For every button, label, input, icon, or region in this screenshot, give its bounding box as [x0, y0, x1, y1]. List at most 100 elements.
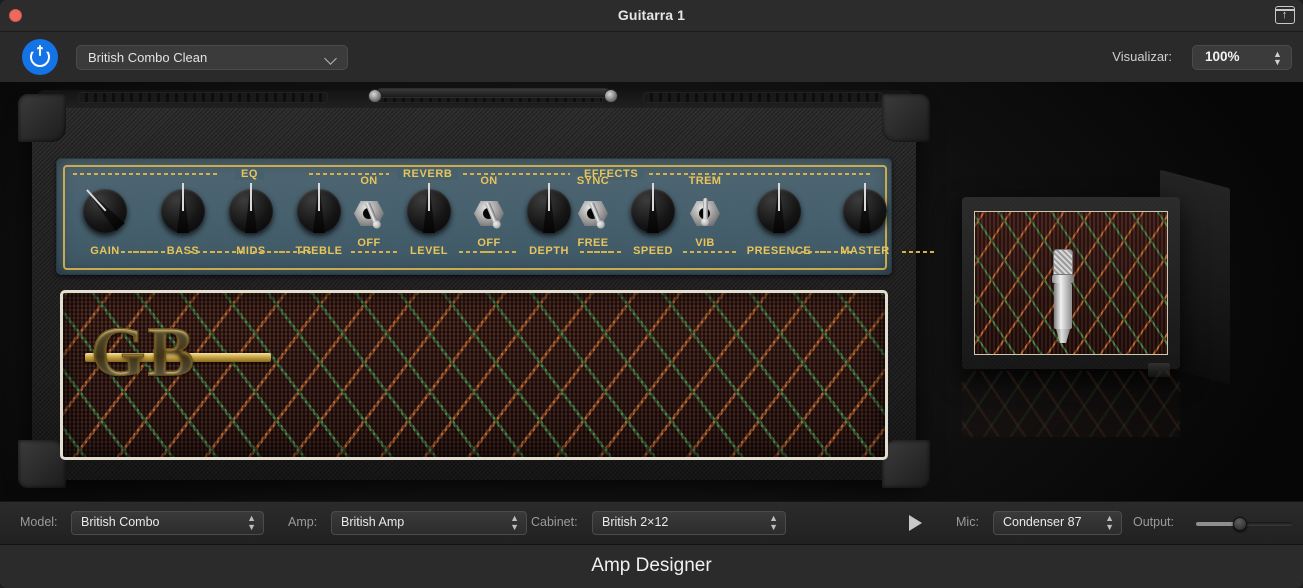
toggle-label-up: SYNC: [568, 175, 618, 187]
knob-pointer: [310, 183, 328, 233]
panel-rule: [463, 173, 570, 175]
handle-mount-left: [368, 89, 382, 103]
speaker-cabinet[interactable]: [952, 187, 1272, 437]
toggle-trem-vib[interactable]: [689, 193, 721, 233]
knob-label-treble: TREBLE: [289, 245, 349, 257]
zoom-dropdown[interactable]: 100% ▲▼: [1192, 45, 1292, 70]
plugin-footer: Amp Designer: [0, 544, 1303, 588]
amp-value: British Amp: [341, 515, 404, 529]
toggle-on-off[interactable]: [353, 193, 385, 233]
mic-label: Mic:: [956, 515, 979, 529]
amp-grille-cloth: GB: [60, 290, 888, 460]
logo-text: GB: [91, 315, 263, 391]
knob-pointer: [770, 183, 788, 233]
knob-label-level: LEVEL: [401, 245, 457, 257]
amp-control-panel: EQ REVERB EFFECTS GAINBASSMIDSTREBLELEVE…: [56, 158, 892, 275]
panel-rule: [649, 173, 871, 175]
model-dropdown[interactable]: British Combo ▲▼: [71, 511, 264, 535]
panel-rule: [189, 251, 223, 253]
panel-rule: [484, 251, 518, 253]
window-title: Guitarra 1: [0, 7, 1303, 23]
microphone-icon[interactable]: [1052, 249, 1074, 344]
toggle-label-up: TREM: [680, 175, 730, 187]
power-button[interactable]: [22, 39, 58, 75]
panel-rule: [589, 251, 623, 253]
mic-dropdown[interactable]: Condenser 87 ▲▼: [993, 511, 1122, 535]
panel-rule: [365, 251, 399, 253]
corner-protector: [18, 94, 66, 142]
stepper-icon[interactable]: ▲▼: [1273, 50, 1282, 67]
title-bar: Guitarra 1: [0, 0, 1303, 32]
toggle-sync-free[interactable]: [577, 193, 609, 233]
stepper-icon[interactable]: ▲▼: [1105, 514, 1114, 532]
amp-handle[interactable]: [358, 88, 628, 104]
knob-bass[interactable]: [157, 185, 209, 237]
knob-presence[interactable]: [753, 185, 805, 237]
amp-designer-window: Guitarra 1 British Combo Clean Visualiza…: [0, 0, 1303, 588]
knob-indicator-line: [864, 183, 866, 211]
panel-rule: [121, 251, 155, 253]
stepper-icon[interactable]: ▲▼: [510, 514, 519, 532]
toggle-label-down: OFF: [464, 237, 514, 249]
knob-master[interactable]: [839, 185, 891, 237]
panel-rule: [73, 173, 219, 175]
knob-label-speed: SPEED: [625, 245, 681, 257]
preset-dropdown[interactable]: British Combo Clean: [76, 45, 348, 70]
toggle-label-down: OFF: [344, 237, 394, 249]
amp-top-panel: [38, 90, 912, 108]
knob-depth[interactable]: [523, 185, 575, 237]
plugin-header: British Combo Clean Visualizar: 100% ▲▼: [0, 32, 1303, 82]
mic-body: [1054, 283, 1072, 329]
knob-speed[interactable]: [627, 185, 679, 237]
toggle-label-up: ON: [464, 175, 514, 187]
chevron-down-icon: [324, 52, 337, 65]
toggle-lever: [703, 198, 708, 224]
knob-level[interactable]: [403, 185, 455, 237]
stepper-icon[interactable]: ▲▼: [769, 514, 778, 532]
corner-protector: [18, 440, 66, 488]
handle-grip: [376, 88, 610, 98]
toggle-on-off[interactable]: [473, 193, 505, 233]
amp-head: EQ REVERB EFFECTS GAINBASSMIDSTREBLELEVE…: [18, 90, 930, 490]
knob-indicator-line: [652, 183, 654, 211]
slider-handle[interactable]: [1233, 517, 1247, 531]
cabinet-reflection: [962, 371, 1180, 437]
corner-protector: [882, 440, 930, 488]
knob-indicator-line: [318, 183, 320, 211]
power-icon-bar: [39, 45, 42, 56]
play-icon[interactable]: [909, 515, 922, 531]
knob-pointer: [856, 183, 874, 233]
vent-slot: [643, 92, 883, 103]
section-title-reverb: REVERB: [397, 168, 458, 180]
toggle-label-down: FREE: [568, 237, 618, 249]
knob-label-master: MASTER: [830, 245, 900, 257]
cabinet-dropdown[interactable]: British 2×12 ▲▼: [592, 511, 786, 535]
knob-mids[interactable]: [225, 185, 277, 237]
output-label: Output:: [1133, 515, 1174, 529]
section-title-eq: EQ: [235, 168, 264, 180]
knob-indicator-line: [250, 183, 252, 211]
amp-dropdown[interactable]: British Amp ▲▼: [331, 511, 527, 535]
knob-indicator-line: [428, 183, 430, 211]
gb-logo: GB: [91, 315, 263, 391]
mic-ring: [1052, 275, 1074, 283]
export-icon[interactable]: [1275, 6, 1295, 24]
knob-indicator-line: [182, 183, 184, 211]
stepper-icon[interactable]: ▲▼: [247, 514, 256, 532]
panel-rule: [794, 251, 828, 253]
panel-rule: [902, 251, 936, 253]
plugin-name: Amp Designer: [0, 555, 1303, 577]
knob-indicator-line: [778, 183, 780, 211]
bottom-toolbar: Model: British Combo ▲▼ Amp: British Amp…: [0, 501, 1303, 544]
output-slider[interactable]: [1196, 522, 1292, 526]
knob-treble[interactable]: [293, 185, 345, 237]
view-label: Visualizar:: [1112, 49, 1172, 64]
vent-slot: [78, 92, 328, 103]
toggle-label-up: ON: [344, 175, 394, 187]
handle-mount-right: [604, 89, 618, 103]
knob-pointer: [420, 183, 438, 233]
knob-pointer: [242, 183, 260, 233]
amp-label: Amp:: [288, 515, 317, 529]
knob-pointer: [174, 183, 192, 233]
knob-gain[interactable]: [79, 185, 131, 237]
